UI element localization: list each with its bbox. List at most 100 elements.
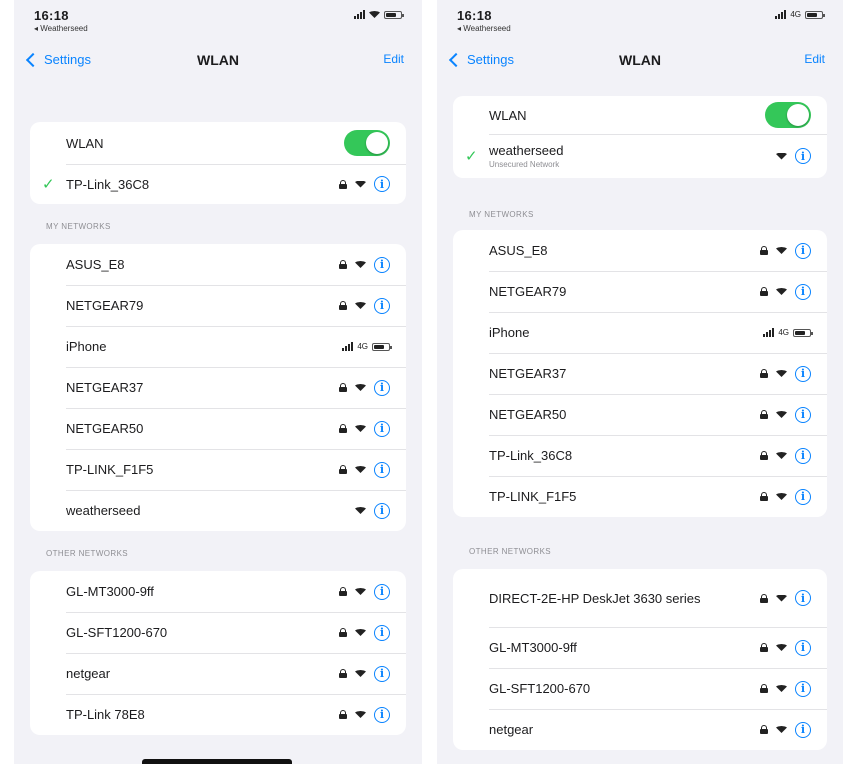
checkmark-icon: ✓ xyxy=(465,148,478,165)
network-row[interactable]: ASUS_E8 i xyxy=(453,230,827,271)
info-icon[interactable]: i xyxy=(795,721,811,738)
info-icon[interactable]: i xyxy=(795,283,811,300)
network-row[interactable]: GL-MT3000-9ff i xyxy=(453,627,827,668)
connected-network-row[interactable]: ✓ TP-Link_36C8 i xyxy=(30,164,406,204)
hotspot-row[interactable]: iPhone 4G xyxy=(453,312,827,353)
info-icon[interactable]: i xyxy=(374,256,390,273)
info-icon[interactable]: i xyxy=(795,680,811,697)
network-row[interactable]: NETGEAR37 i xyxy=(453,353,827,394)
network-row[interactable]: NETGEAR79 i xyxy=(453,271,827,312)
network-row[interactable]: GL-SFT1200-670 i xyxy=(453,668,827,709)
info-icon[interactable]: i xyxy=(374,461,390,478)
info-icon[interactable]: i xyxy=(374,502,390,519)
network-row[interactable]: netgear i xyxy=(453,709,827,750)
wifi-signal-icon xyxy=(355,711,366,718)
lock-icon xyxy=(339,669,347,678)
info-icon[interactable]: i xyxy=(374,583,390,600)
network-name: netgear xyxy=(489,722,534,737)
network-row[interactable]: GL-SFT1200-670 i xyxy=(30,612,406,653)
wlan-toggle-row: WLAN xyxy=(30,122,406,164)
network-row[interactable]: NETGEAR50 i xyxy=(453,394,827,435)
info-icon[interactable]: i xyxy=(374,297,390,314)
back-to-app-link[interactable]: ◂ Weatherseed xyxy=(457,24,511,33)
lock-icon xyxy=(760,246,768,255)
info-icon[interactable]: i xyxy=(374,624,390,641)
wifi-signal-icon xyxy=(776,370,787,377)
other-networks-header: OTHER NETWORKS xyxy=(46,549,129,558)
network-name: TP-LINK_F1F5 xyxy=(489,489,577,504)
network-name: ASUS_E8 xyxy=(489,243,548,258)
network-row[interactable]: netgear i xyxy=(30,653,406,694)
my-networks-list: ASUS_E8 i NETGEAR79 i iPhone 4G NETGEAR37 i … xyxy=(453,230,827,517)
lock-icon xyxy=(760,287,768,296)
network-row[interactable]: TP-LINK_F1F5 i xyxy=(30,449,406,490)
lock-icon xyxy=(339,628,347,637)
cellular-signal-icon xyxy=(354,10,365,19)
wifi-signal-icon xyxy=(776,493,787,500)
wlan-card: WLAN ✓ weatherseed Unsecured Network i xyxy=(453,96,827,178)
wlan-toggle-row: WLAN xyxy=(453,96,827,134)
network-row[interactable]: GL-MT3000-9ff i xyxy=(30,571,406,612)
wlan-toggle[interactable] xyxy=(344,130,390,156)
network-row[interactable]: DIRECT-2E-HP DeskJet 3630 series i xyxy=(453,569,827,627)
lock-icon xyxy=(339,710,347,719)
checkmark-icon: ✓ xyxy=(42,176,55,193)
status-bar: 16:18 ◂ Weatherseed xyxy=(14,0,422,40)
edit-button[interactable]: Edit xyxy=(383,52,404,66)
other-networks-header: OTHER NETWORKS xyxy=(469,547,552,556)
network-name: NETGEAR50 xyxy=(489,407,567,422)
info-icon[interactable]: i xyxy=(374,420,390,437)
lock-icon xyxy=(760,410,768,419)
lock-icon xyxy=(760,492,768,501)
wifi-signal-icon xyxy=(355,384,366,391)
network-row[interactable]: TP-LINK_F1F5 i xyxy=(453,476,827,517)
info-icon[interactable]: i xyxy=(795,365,811,382)
left-phone-screen: 16:18 ◂ Weatherseed Settings WLAN Edit W… xyxy=(14,0,422,764)
nav-bar: Settings WLAN Edit xyxy=(14,40,422,80)
network-row[interactable]: NETGEAR50 i xyxy=(30,408,406,449)
info-icon[interactable]: i xyxy=(795,488,811,505)
info-icon[interactable]: i xyxy=(374,176,390,192)
network-row[interactable]: TP-Link_36C8 i xyxy=(453,435,827,476)
hotspot-row[interactable]: iPhone 4G xyxy=(30,326,406,367)
network-row[interactable]: NETGEAR79 i xyxy=(30,285,406,326)
wifi-signal-icon xyxy=(776,644,787,651)
network-name: DIRECT-2E-HP DeskJet 3630 series xyxy=(489,590,701,606)
wifi-signal-icon xyxy=(776,685,787,692)
info-icon[interactable]: i xyxy=(795,447,811,464)
info-icon[interactable]: i xyxy=(795,590,811,606)
cellular-signal-icon xyxy=(763,328,775,337)
nav-bar: Settings WLAN Edit xyxy=(437,40,843,80)
wlan-toggle[interactable] xyxy=(765,102,811,128)
connected-network-row[interactable]: ✓ weatherseed Unsecured Network i xyxy=(453,134,827,178)
lock-icon xyxy=(760,684,768,693)
right-phone-screen: 16:18 ◂ Weatherseed 4G Settings WLAN Edi… xyxy=(437,0,843,764)
lock-icon xyxy=(339,465,347,474)
info-icon[interactable]: i xyxy=(795,406,811,423)
info-icon[interactable]: i xyxy=(374,665,390,682)
network-row[interactable]: ASUS_E8 i xyxy=(30,244,406,285)
wifi-signal-icon xyxy=(355,466,366,473)
info-icon[interactable]: i xyxy=(374,706,390,723)
network-name: GL-SFT1200-670 xyxy=(66,625,168,640)
page-title: WLAN xyxy=(619,52,661,68)
back-to-app-link[interactable]: ◂ Weatherseed xyxy=(34,24,88,33)
wifi-signal-icon xyxy=(355,425,366,432)
info-icon[interactable]: i xyxy=(795,242,811,259)
network-row[interactable]: NETGEAR37 i xyxy=(30,367,406,408)
network-row[interactable]: weatherseed i xyxy=(30,490,406,531)
connected-network-name: weatherseed xyxy=(489,143,564,158)
home-indicator[interactable] xyxy=(142,759,292,764)
wifi-signal-icon xyxy=(776,452,787,459)
info-icon[interactable]: i xyxy=(374,379,390,396)
wifi-signal-icon xyxy=(776,152,787,160)
battery-icon xyxy=(384,10,404,19)
battery-icon xyxy=(805,10,825,19)
other-networks-list: DIRECT-2E-HP DeskJet 3630 series i GL-MT3… xyxy=(453,569,827,750)
info-icon[interactable]: i xyxy=(795,148,811,164)
cellular-signal-icon xyxy=(775,10,787,19)
network-name: TP-Link_36C8 xyxy=(489,448,573,463)
edit-button[interactable]: Edit xyxy=(804,52,825,66)
info-icon[interactable]: i xyxy=(795,639,811,656)
network-row[interactable]: TP-Link 78E8 i xyxy=(30,694,406,735)
